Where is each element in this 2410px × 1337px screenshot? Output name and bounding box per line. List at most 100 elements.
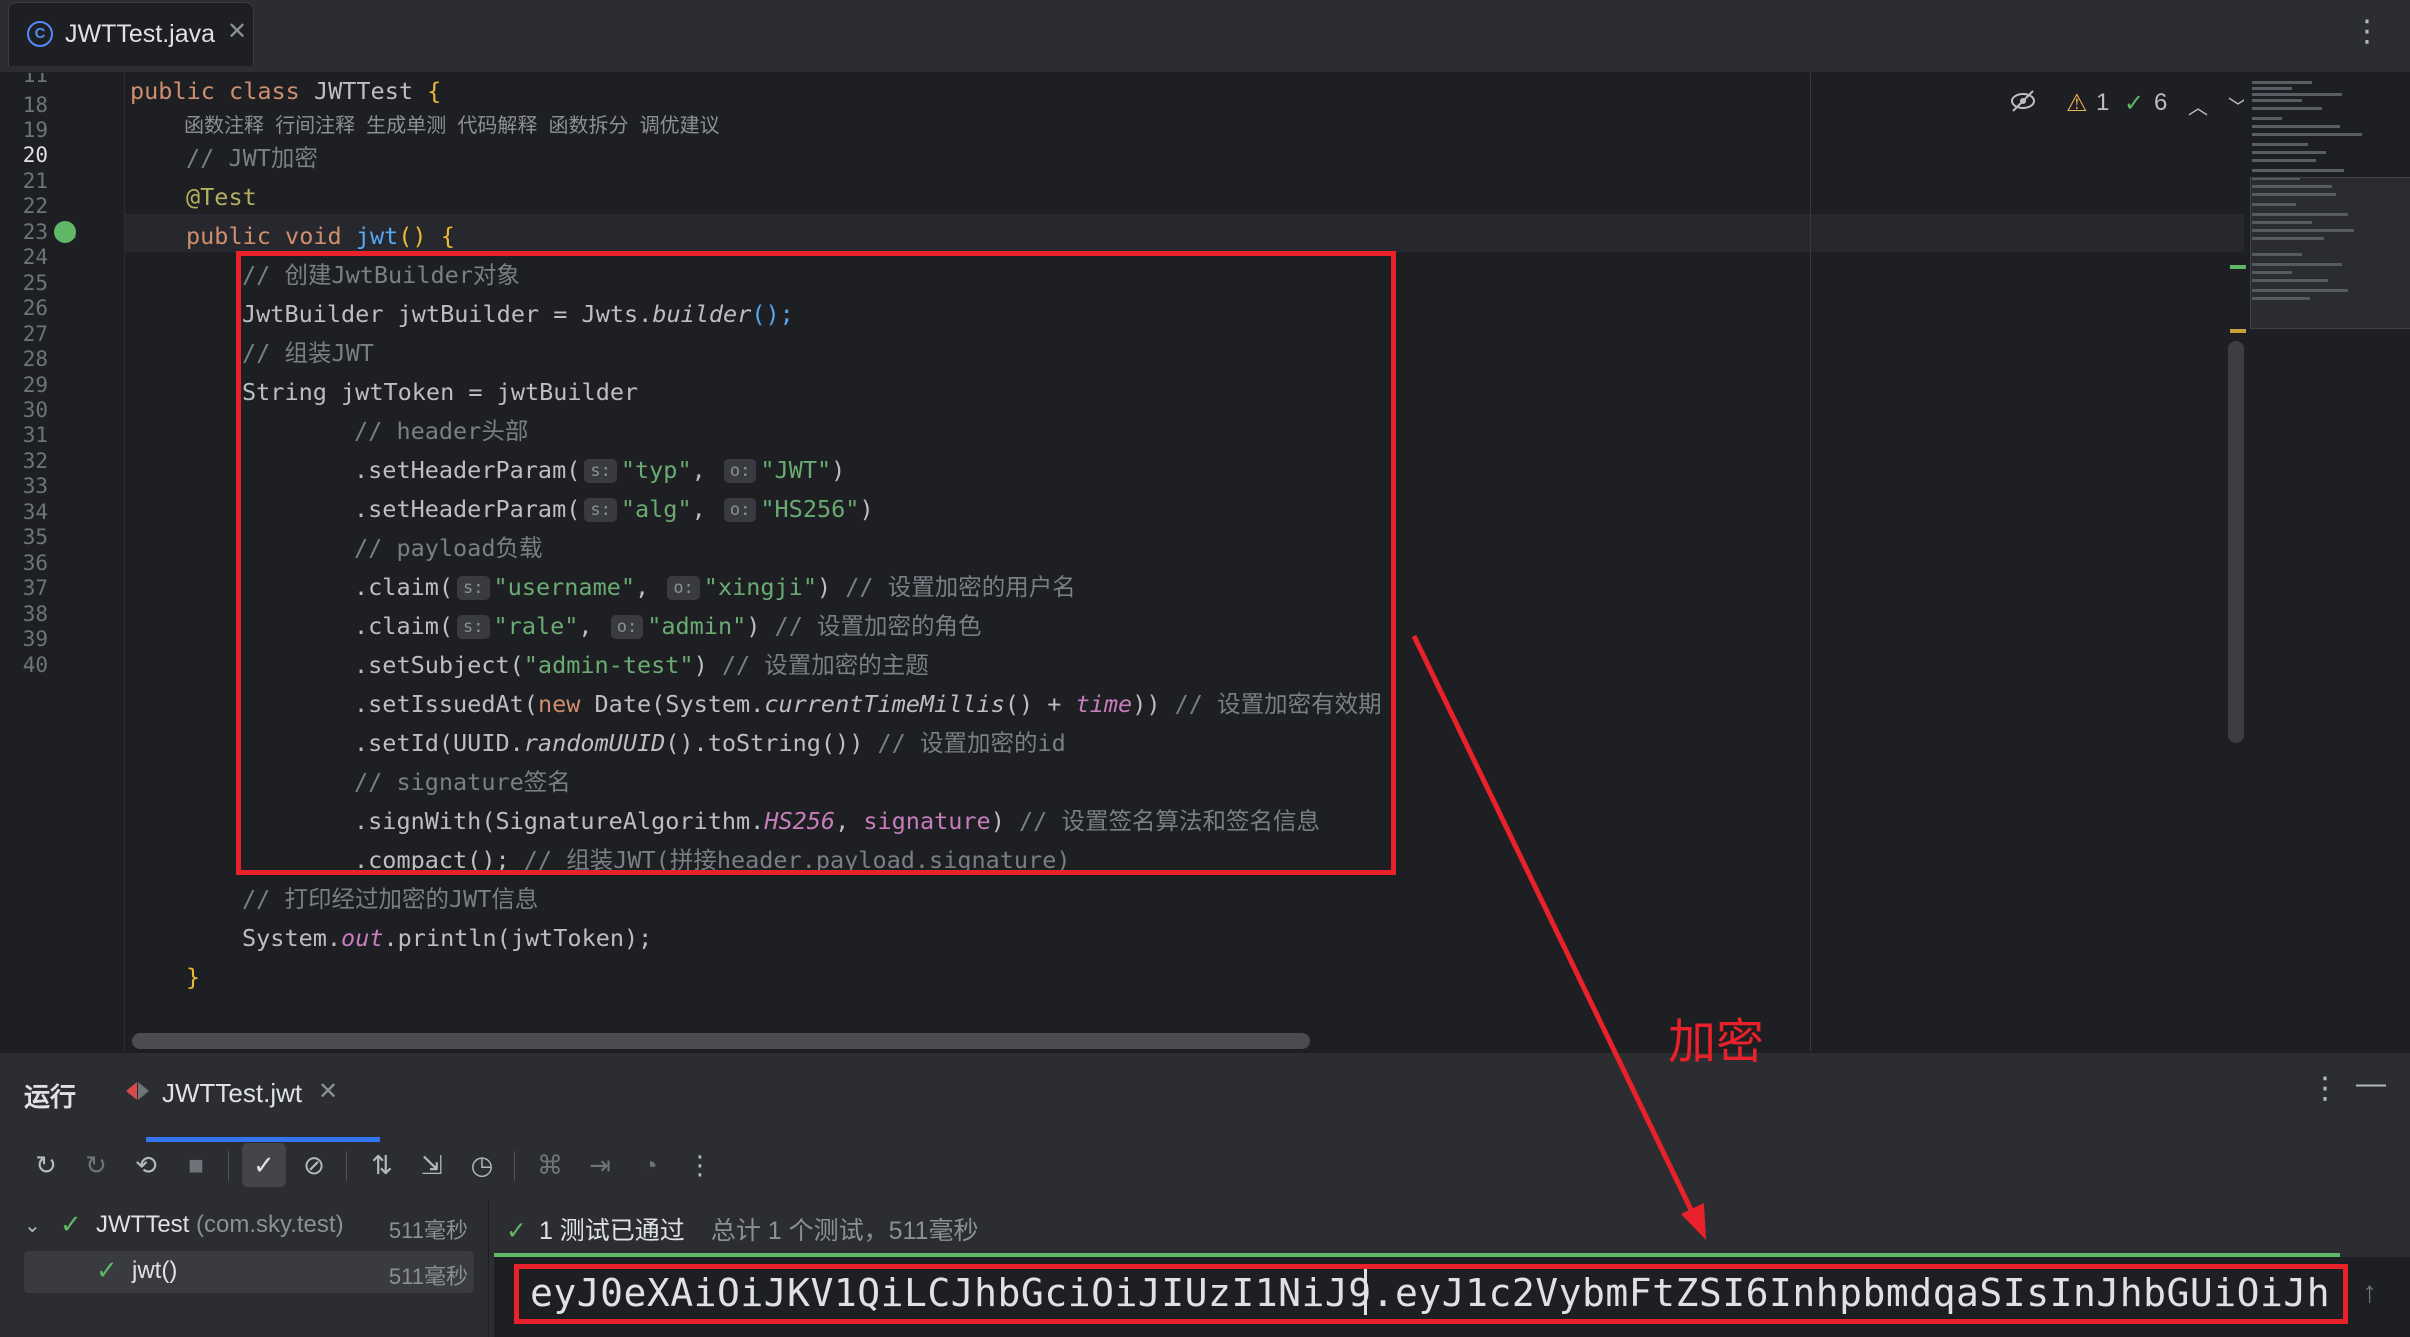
minimap-line [2252,125,2340,128]
show-ignored-icon[interactable]: ⊘ [292,1143,336,1187]
export-icon[interactable]: ⇥ [578,1143,622,1187]
run-test-gutter-icon[interactable] [54,221,76,243]
code-line-38: System.out.println(jwtToken); [242,923,652,953]
keyword: public [130,77,215,105]
warning-icon: ⚠ [2066,90,2088,117]
passed-check-icon: ✓ [506,1217,527,1245]
line-number: 21 [22,169,48,193]
annotation: @Test [186,183,257,211]
ai-code-actions-bar[interactable]: 函数注释 行间注释 生成单测 代码解释 函数拆分 调优建议 [184,109,720,138]
minimap-line [2252,133,2362,136]
line-number: 27 [22,322,48,346]
minimap-line [2252,159,2316,162]
code-text: .println(jwtToken); [383,924,653,952]
code-line-39: } [186,962,200,992]
warning-marker [2230,329,2246,333]
tree-node-label: jwt() [132,1257,178,1284]
line-number: 31 [22,423,48,447]
line-number: 26 [22,296,48,320]
tests-passed-text: 1 测试已通过 [538,1217,685,1245]
horizontal-scrollbar[interactable] [132,1033,1310,1049]
test-results-tree: ⌄ ✓ JWTTest (com.sky.test) 511毫秒 ✓ jwt()… [0,1201,482,1337]
paren: () [398,222,427,250]
toggle-auto-test-icon[interactable]: ⟲ [124,1143,168,1187]
scroll-up-icon[interactable]: ↑ [2362,1276,2377,1310]
chevron-down-icon[interactable]: ⌄ [24,1213,41,1238]
highlight-box-output [514,1264,2348,1324]
run-toolbar: ↻ ↻ ⟲ ■ ✓ ⊘ ⇅ ⇲ ◷ ⌘ ⇥ ◔ ⋮ [24,1143,724,1195]
more-options-icon[interactable]: ⋮ [2352,14,2382,49]
run-tab-label: JWTTest.jwt [162,1078,303,1108]
line-number: 23 [22,220,48,244]
keyword: public [186,222,271,250]
code-line-20: public void jwt() { [186,221,455,251]
line-number: 25 [22,271,48,295]
run-config-icon [124,1079,154,1105]
code-line-19: @Test [186,182,257,212]
line-number: 19 [22,118,48,142]
line-number: 38 [22,602,48,626]
minimize-icon[interactable]: — [2356,1067,2386,1101]
line-number: 35 [22,525,48,549]
code-line-18: // JWT加密 [186,143,318,173]
annotation-label: 加密 [1668,1016,1765,1069]
tests-summary-text: 总计 1 个测试，511毫秒 [710,1217,979,1245]
minimap-viewport[interactable] [2250,177,2410,329]
file-tab-label: JWTTest.java [65,20,216,48]
change-marker [2230,265,2246,269]
code-line-37: // 打印经过加密的JWT信息 [242,884,538,914]
check-icon: ✓ [2124,90,2145,117]
minimap-line [2252,169,2344,172]
tab-selection-underline [146,1137,380,1142]
line-number: 32 [22,449,48,473]
show-passed-icon[interactable]: ✓ [242,1143,286,1187]
ok-count: 6 [2154,89,2168,116]
tree-node-jwt[interactable]: ✓ jwt() 511毫秒 [24,1251,474,1293]
keyword: void [285,222,342,250]
minimap-line [2252,107,2322,110]
tree-node-label: JWTTest [96,1211,190,1238]
sort-icon[interactable]: ⇅ [360,1143,404,1187]
more-actions-icon[interactable]: ⋮ [678,1143,722,1187]
field: out [341,924,384,952]
close-run-tab-icon[interactable]: ✕ [318,1077,338,1106]
comment: // 打印经过加密的JWT信息 [242,885,539,913]
toolbar-separator [514,1151,515,1181]
line-number: 34 [22,500,48,524]
right-margin-guide [1810,73,1811,1051]
class-name: JWTTest [313,77,413,105]
stop-icon[interactable]: ■ [174,1143,218,1187]
highlight-box-jwt-build [236,251,1396,875]
more-options-icon[interactable]: ⋮ [2310,1071,2340,1106]
line-number: 39 [22,627,48,651]
run-config-tab[interactable]: JWTTest.jwt ✕ [124,1065,380,1142]
tree-node-jwttest[interactable]: ⌄ ✓ JWTTest (com.sky.test) 511毫秒 [24,1209,474,1249]
minimap-line [2252,151,2326,154]
method-name: jwt [355,222,399,250]
rerun-icon[interactable]: ↻ [24,1143,68,1187]
hide-eye-icon[interactable] [2010,89,2036,120]
coverage-icon[interactable]: ◔ [628,1143,672,1187]
minimap-line [2252,93,2342,96]
file-tab-jwttest-java[interactable]: C JWTTest.java ✕ [8,2,254,66]
warning-count: 1 [2096,89,2110,116]
line-number: 37 [22,576,48,600]
line-number: 20 [22,143,48,167]
run-panel-title: 运行 [24,1082,77,1112]
import-tests-icon[interactable]: ⇲ [410,1143,454,1187]
rerun-failed-icon[interactable]: ↻ [74,1143,118,1187]
toolbar-separator [228,1151,229,1181]
code-line-11: public class JWTTest { [130,76,441,106]
passed-check-icon: ✓ [60,1209,82,1239]
tree-node-time: 511毫秒 [388,1264,468,1289]
passed-check-icon: ✓ [96,1255,118,1285]
line-number: 18 [22,93,48,117]
history-icon[interactable]: ◷ [460,1143,504,1187]
camera-icon[interactable]: ⌘ [528,1143,572,1187]
brace: } [186,963,201,991]
chevron-up-icon[interactable]: ︿ [2188,91,2208,120]
vertical-scrollbar[interactable] [2228,341,2244,743]
panel-splitter[interactable] [488,1201,489,1337]
close-tab-icon[interactable]: ✕ [227,17,247,46]
keyword: class [229,77,300,105]
